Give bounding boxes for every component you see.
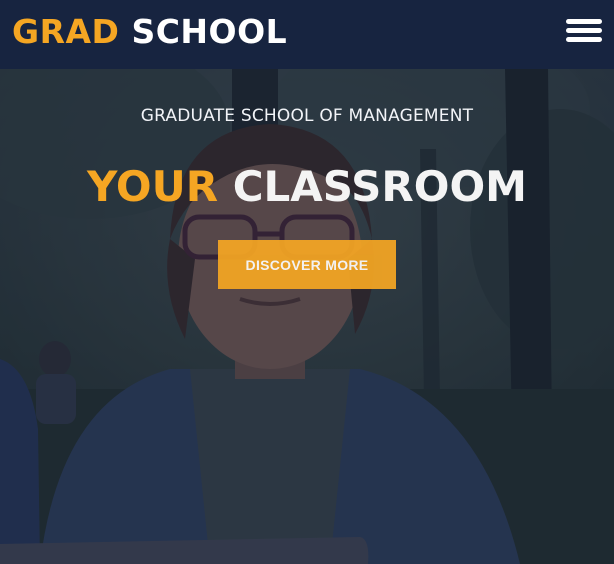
headline-text: CLASSROOM bbox=[232, 162, 527, 211]
hero-section bbox=[0, 69, 614, 564]
logo-text: SCHOOL bbox=[131, 12, 288, 51]
hero-kicker: GRADUATE SCHOOL OF MANAGEMENT bbox=[140, 106, 474, 126]
top-navbar: GRAD SCHOOL bbox=[0, 0, 614, 69]
hero-overlay bbox=[0, 69, 614, 564]
hamburger-menu-icon[interactable] bbox=[566, 16, 602, 46]
menu-bar bbox=[566, 19, 602, 24]
site-logo[interactable]: GRAD SCHOOL bbox=[12, 9, 287, 55]
page: GRAD SCHOOL GRADUATE SCHOOL OF MANAGEMEN… bbox=[0, 0, 614, 564]
menu-bar bbox=[566, 28, 602, 33]
logo-accent: GRAD bbox=[12, 12, 120, 51]
discover-more-button[interactable]: DISCOVER MORE bbox=[218, 240, 396, 289]
headline-accent: YOUR bbox=[87, 162, 219, 211]
hero-headline: YOUR CLASSROOM bbox=[0, 160, 614, 214]
menu-bar bbox=[566, 37, 602, 42]
